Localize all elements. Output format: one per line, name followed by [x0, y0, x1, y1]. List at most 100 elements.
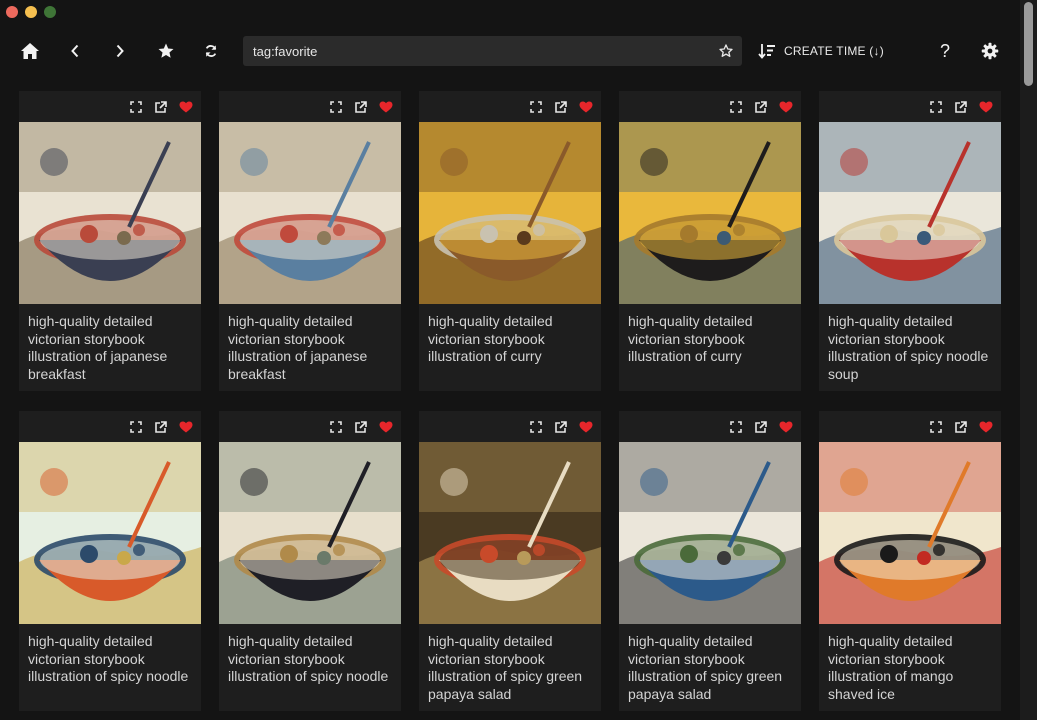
scrollbar-thumb[interactable]: [1024, 2, 1033, 86]
refresh-button[interactable]: [191, 28, 231, 74]
image-card: high-quality detailed victorian storyboo…: [619, 411, 801, 711]
window-minimize-button[interactable]: [25, 6, 37, 18]
open-external-icon: [154, 100, 167, 113]
image-thumbnail[interactable]: [419, 442, 601, 624]
open-external-button[interactable]: [751, 98, 769, 116]
open-external-icon: [554, 100, 567, 113]
open-external-button[interactable]: [551, 98, 569, 116]
image-thumbnail[interactable]: [419, 122, 601, 304]
favorite-button[interactable]: [977, 98, 995, 116]
open-external-button[interactable]: [551, 418, 569, 436]
image-card: high-quality detailed victorian storyboo…: [19, 91, 201, 391]
image-caption: high-quality detailed victorian storyboo…: [828, 633, 954, 702]
food-illustration-image: [819, 442, 1001, 624]
settings-button[interactable]: [970, 28, 1010, 74]
back-button[interactable]: [55, 28, 95, 74]
card-actions: [819, 411, 1001, 442]
image-caption: high-quality detailed victorian storyboo…: [228, 313, 368, 382]
back-icon: [71, 44, 79, 58]
open-external-button[interactable]: [151, 418, 169, 436]
favorites-icon: [158, 43, 174, 58]
scrollbar[interactable]: [1020, 0, 1037, 720]
card-actions: [219, 91, 401, 122]
food-illustration-image: [619, 442, 801, 624]
expand-icon: [930, 421, 942, 433]
image-thumbnail[interactable]: [219, 122, 401, 304]
expand-button[interactable]: [127, 98, 145, 116]
expand-button[interactable]: [327, 98, 345, 116]
food-illustration-image: [219, 442, 401, 624]
home-button[interactable]: [10, 28, 50, 74]
expand-icon: [130, 421, 142, 433]
image-thumbnail[interactable]: [619, 122, 801, 304]
image-thumbnail[interactable]: [819, 442, 1001, 624]
favorite-button[interactable]: [777, 418, 795, 436]
favorite-button[interactable]: [377, 98, 395, 116]
food-illustration-image: [819, 122, 1001, 304]
image-thumbnail[interactable]: [819, 122, 1001, 304]
card-actions: [619, 91, 801, 122]
open-external-button[interactable]: [151, 98, 169, 116]
open-external-icon: [154, 420, 167, 433]
heart-icon: [979, 421, 993, 433]
image-thumbnail[interactable]: [19, 442, 201, 624]
window-zoom-button[interactable]: [44, 6, 56, 18]
open-external-icon: [954, 100, 967, 113]
expand-button[interactable]: [127, 418, 145, 436]
favorite-button[interactable]: [177, 98, 195, 116]
open-external-button[interactable]: [351, 418, 369, 436]
open-external-button[interactable]: [751, 418, 769, 436]
favorites-button[interactable]: [146, 28, 186, 74]
card-actions: [819, 91, 1001, 122]
heart-icon: [179, 101, 193, 113]
expand-button[interactable]: [727, 98, 745, 116]
heart-icon: [779, 421, 793, 433]
favorite-button[interactable]: [377, 418, 395, 436]
card-actions: [19, 91, 201, 122]
expand-icon: [530, 101, 542, 113]
window-close-button[interactable]: [6, 6, 18, 18]
heart-icon: [779, 101, 793, 113]
search-input[interactable]: [243, 36, 703, 66]
image-caption: high-quality detailed victorian storyboo…: [428, 313, 553, 364]
expand-button[interactable]: [527, 98, 545, 116]
expand-icon: [330, 101, 342, 113]
star-outline-icon: [719, 44, 733, 57]
expand-icon: [930, 101, 942, 113]
save-search-button[interactable]: [716, 41, 736, 61]
expand-button[interactable]: [527, 418, 545, 436]
forward-button[interactable]: [100, 28, 140, 74]
image-thumbnail[interactable]: [219, 442, 401, 624]
sort-button[interactable]: CREATE TIME (↓): [758, 28, 884, 74]
image-caption: high-quality detailed victorian storyboo…: [428, 633, 583, 702]
image-caption: high-quality detailed victorian storyboo…: [628, 313, 753, 364]
open-external-button[interactable]: [951, 98, 969, 116]
food-illustration-image: [619, 122, 801, 304]
expand-button[interactable]: [327, 418, 345, 436]
expand-icon: [730, 421, 742, 433]
open-external-icon: [354, 420, 367, 433]
image-card: high-quality detailed victorian storyboo…: [819, 411, 1001, 711]
heart-icon: [179, 421, 193, 433]
refresh-icon: [205, 45, 217, 57]
image-thumbnail[interactable]: [619, 442, 801, 624]
open-external-button[interactable]: [951, 418, 969, 436]
expand-button[interactable]: [727, 418, 745, 436]
favorite-button[interactable]: [777, 98, 795, 116]
sort-label: CREATE TIME (↓): [784, 44, 884, 58]
favorite-button[interactable]: [177, 418, 195, 436]
image-thumbnail[interactable]: [19, 122, 201, 304]
food-illustration-image: [19, 442, 201, 624]
card-actions: [419, 91, 601, 122]
expand-button[interactable]: [927, 418, 945, 436]
image-caption: high-quality detailed victorian storyboo…: [828, 313, 989, 382]
image-card: high-quality detailed victorian storyboo…: [819, 91, 1001, 391]
favorite-button[interactable]: [577, 418, 595, 436]
expand-button[interactable]: [927, 98, 945, 116]
favorite-button[interactable]: [577, 98, 595, 116]
card-actions: [419, 411, 601, 442]
help-button[interactable]: ?: [925, 28, 965, 74]
open-external-icon: [554, 420, 567, 433]
favorite-button[interactable]: [977, 418, 995, 436]
open-external-button[interactable]: [351, 98, 369, 116]
